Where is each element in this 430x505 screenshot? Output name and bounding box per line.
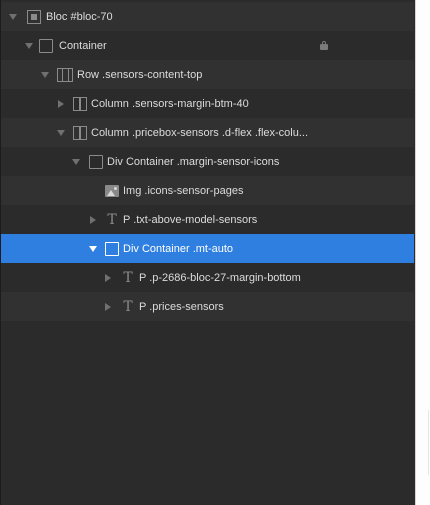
expand-toggle-icon[interactable] [102,272,114,284]
expand-toggle-icon[interactable] [55,98,67,110]
expand-toggle-icon[interactable] [87,243,99,255]
column-icon [73,125,87,140]
text-icon: T [107,211,117,228]
tree-item-column-pricebox[interactable]: Column .pricebox-sensors .d-flex .flex-c… [1,118,414,147]
tree-item-p-txt-above[interactable]: T P .txt-above-model-sensors [1,205,414,234]
tree-item-label: P .p-2686-bloc-27-margin-bottom [139,271,301,284]
tree-item-label: Div Container .margin-sensor-icons [107,155,280,168]
expand-toggle-icon[interactable] [70,156,82,168]
expand-toggle-icon[interactable] [102,301,114,313]
container-box-icon [105,241,119,256]
tree-item-label: Row .sensors-content-top [77,68,203,81]
expand-toggle-icon[interactable] [23,40,35,52]
container-box-icon [89,154,103,169]
tree-item-label: Container [59,39,107,52]
tree-item-row[interactable]: Row .sensors-content-top [1,60,414,89]
text-icon: T [123,269,133,286]
container-box-icon [39,38,53,53]
expand-toggle-icon[interactable] [39,69,51,81]
tree-item-column-sensors-margin[interactable]: Column .sensors-margin-btm-40 [1,89,414,118]
lock-icon[interactable] [320,41,328,50]
canvas-edge [415,0,430,505]
tree-item-div-mt-auto[interactable]: Div Container .mt-auto [1,234,414,263]
tree-item-p-margin-bottom[interactable]: T P .p-2686-bloc-27-margin-bottom [1,263,414,292]
tree-item-label: P .txt-above-model-sensors [123,213,258,226]
expand-toggle-icon[interactable] [7,11,19,23]
tree-item-label: Column .pricebox-sensors .d-flex .flex-c… [91,126,309,139]
tree-item-div-margin-sensor-icons[interactable]: Div Container .margin-sensor-icons [1,147,414,176]
image-icon [105,184,119,197]
tree-item-p-prices[interactable]: T P .prices-sensors [1,292,414,321]
text-icon: T [123,298,133,315]
tree-item-label: Div Container .mt-auto [123,242,234,255]
expand-toggle-icon[interactable] [55,127,67,139]
tree-item-label: Column .sensors-margin-btm-40 [91,97,249,110]
tree-item-label: P .prices-sensors [139,300,224,313]
tree-item-bloc[interactable]: Bloc #bloc-70 [1,2,414,31]
tree-item-label: Img .icons-sensor-pages [123,184,244,197]
app-window: Bloc #bloc-70 Container Row .sensors-con… [0,0,430,505]
row-columns-icon [57,67,73,82]
structure-tree-panel[interactable]: Bloc #bloc-70 Container Row .sensors-con… [0,0,415,505]
bloc-icon [27,9,41,24]
tree-item-img[interactable]: Img .icons-sensor-pages [1,176,414,205]
column-icon [73,96,87,111]
tree-item-label: Bloc #bloc-70 [46,10,113,23]
expand-toggle-icon[interactable] [87,214,99,226]
tree-item-container[interactable]: Container [1,31,414,60]
